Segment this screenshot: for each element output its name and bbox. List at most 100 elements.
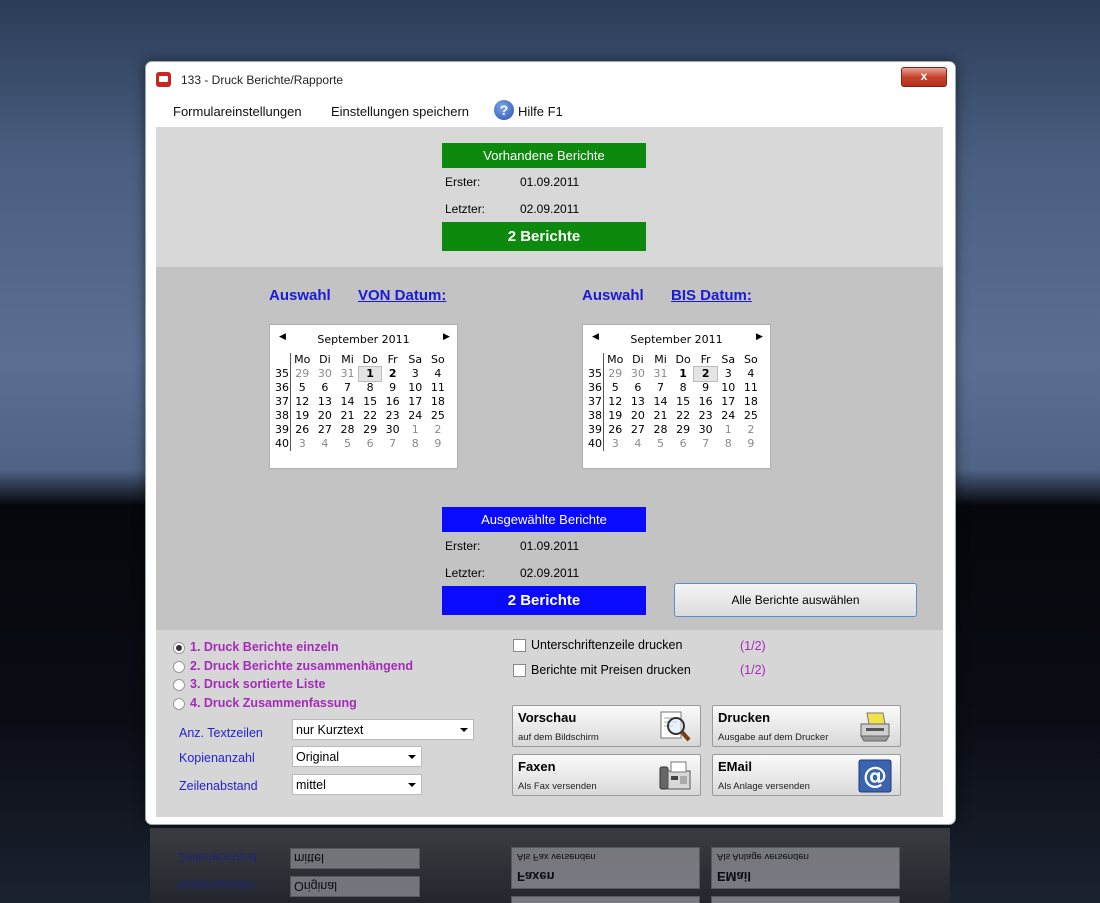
calendar-day[interactable]: 18 [427,395,450,409]
calendar-day[interactable]: 29 [291,367,314,381]
next-month-icon[interactable]: ▶ [756,332,763,342]
select-all-reports-button[interactable]: Alle Berichte auswählen [674,583,917,617]
calendar-day[interactable]: 3 [404,367,427,381]
calendar-day[interactable]: 27 [314,423,337,437]
calendar-day[interactable]: 21 [649,409,672,423]
calendar-day[interactable]: 3 [717,367,740,381]
calendar-day[interactable]: 1 [404,423,427,437]
menu-hilfe[interactable]: Hilfe F1 [518,104,563,119]
calendar-day[interactable]: 4 [314,437,337,451]
calendar-day[interactable]: 6 [314,381,337,395]
calendar-day[interactable]: 31 [649,367,672,381]
calendar-day[interactable]: 14 [649,395,672,409]
calendar-day[interactable]: 17 [404,395,427,409]
calendar-day[interactable]: 13 [314,395,337,409]
calendar-day[interactable]: 9 [694,381,717,395]
calendar-day[interactable]: 21 [336,409,359,423]
calendar-day[interactable]: 6 [359,437,382,451]
calendar-day[interactable]: 5 [336,437,359,451]
calendar-day[interactable]: 28 [649,423,672,437]
calendar-day[interactable]: 5 [291,381,314,395]
bis-calendar[interactable]: ◀ September 2011 ▶ Mo Di Mi Do Fr Sa So 35 29 30 3… [582,324,771,469]
calendar-day[interactable]: 2 [381,367,404,381]
radio-option-4[interactable]: 4. Druck Zusammenfassung [173,696,433,712]
calendar-day[interactable]: 9 [740,437,763,451]
calendar-day[interactable]: 16 [694,395,717,409]
calendar-day[interactable]: 11 [740,381,763,395]
calendar-day[interactable]: 3 [604,437,627,451]
von-calendar[interactable]: ◀ September 2011 ▶ Mo Di Mi Do Fr Sa So 35 29 30 3… [269,324,458,469]
calendar-day[interactable]: 4 [627,437,650,451]
calendar-day[interactable]: 7 [694,437,717,451]
calendar-day[interactable]: 15 [672,395,695,409]
calendar-day[interactable]: 30 [314,367,337,381]
calendar-day[interactable]: 7 [381,437,404,451]
calendar-day[interactable]: 23 [381,409,404,423]
calendar-day[interactable]: 9 [381,381,404,395]
calendar-day[interactable]: 16 [381,395,404,409]
email-button[interactable]: EMail Als Anlage versenden @ [712,754,901,796]
close-button[interactable]: x [901,67,947,87]
radio-dot[interactable] [173,642,185,654]
calendar-day[interactable]: 2 [740,423,763,437]
calendar-day[interactable]: 30 [627,367,650,381]
preview-button[interactable]: Vorschau auf dem Bildschirm [512,705,701,747]
calendar-day[interactable]: 19 [291,409,314,423]
calendar-day[interactable]: 5 [604,381,627,395]
calendar-day[interactable]: 27 [627,423,650,437]
textzeilen-select[interactable]: nur Kurztext [292,719,474,740]
calendar-day[interactable]: 20 [314,409,337,423]
calendar-day[interactable]: 3 [291,437,314,451]
bis-datum-link[interactable]: BIS Datum: [671,287,752,304]
calendar-day[interactable]: 20 [627,409,650,423]
calendar-day[interactable]: 1 [717,423,740,437]
calendar-day[interactable]: 2 [427,423,450,437]
calendar-day[interactable]: 18 [740,395,763,409]
calendar-day[interactable]: 26 [604,423,627,437]
radio-dot[interactable] [173,679,185,691]
calendar-day[interactable]: 6 [627,381,650,395]
checkbox-box[interactable] [513,664,526,677]
calendar-day[interactable]: 5 [649,437,672,451]
calendar-day[interactable]: 29 [604,367,627,381]
calendar-day[interactable]: 6 [672,437,695,451]
calendar-day[interactable]: 8 [717,437,740,451]
fax-button[interactable]: Faxen Als Fax versenden [512,754,701,796]
calendar-day[interactable]: 7 [336,381,359,395]
calendar-day[interactable]: 28 [336,423,359,437]
calendar-day[interactable]: 4 [740,367,763,381]
calendar-day[interactable]: 29 [359,423,382,437]
menu-formulareinstellungen[interactable]: Formulareinstellungen [173,104,302,119]
calendar-day[interactable]: 23 [694,409,717,423]
calendar-day[interactable]: 24 [717,409,740,423]
help-icon[interactable]: ? [494,100,514,120]
calendar-day[interactable]: 15 [359,395,382,409]
calendar-day[interactable]: 14 [336,395,359,409]
radio-option-3[interactable]: 3. Druck sortierte Liste [173,677,433,693]
calendar-day[interactable]: 25 [740,409,763,423]
calendar-day[interactable]: 1 [357,366,383,382]
calendar-day[interactable]: 19 [604,409,627,423]
calendar-day[interactable]: 22 [359,409,382,423]
calendar-day[interactable]: 11 [427,381,450,395]
calendar-day[interactable]: 4 [427,367,450,381]
next-month-icon[interactable]: ▶ [443,332,450,342]
calendar-day[interactable]: 12 [291,395,314,409]
radio-option-1[interactable]: 1. Druck Berichte einzeln [173,640,433,656]
calendar-day[interactable]: 13 [627,395,650,409]
calendar-day[interactable]: 9 [427,437,450,451]
radio-dot[interactable] [173,698,185,710]
print-button[interactable]: Drucken Ausgabe auf dem Drucker [712,705,901,747]
calendar-day[interactable]: 8 [672,381,695,395]
checkbox-box[interactable] [513,639,526,652]
calendar-day[interactable]: 2 [693,366,718,382]
calendar-day[interactable]: 1 [672,367,695,381]
radio-dot[interactable] [173,661,185,673]
calendar-day[interactable]: 30 [381,423,404,437]
calendar-day[interactable]: 8 [359,381,382,395]
calendar-day[interactable]: 7 [649,381,672,395]
calendar-day[interactable]: 10 [717,381,740,395]
calendar-day[interactable]: 29 [672,423,695,437]
calendar-day[interactable]: 26 [291,423,314,437]
calendar-day[interactable]: 31 [336,367,359,381]
